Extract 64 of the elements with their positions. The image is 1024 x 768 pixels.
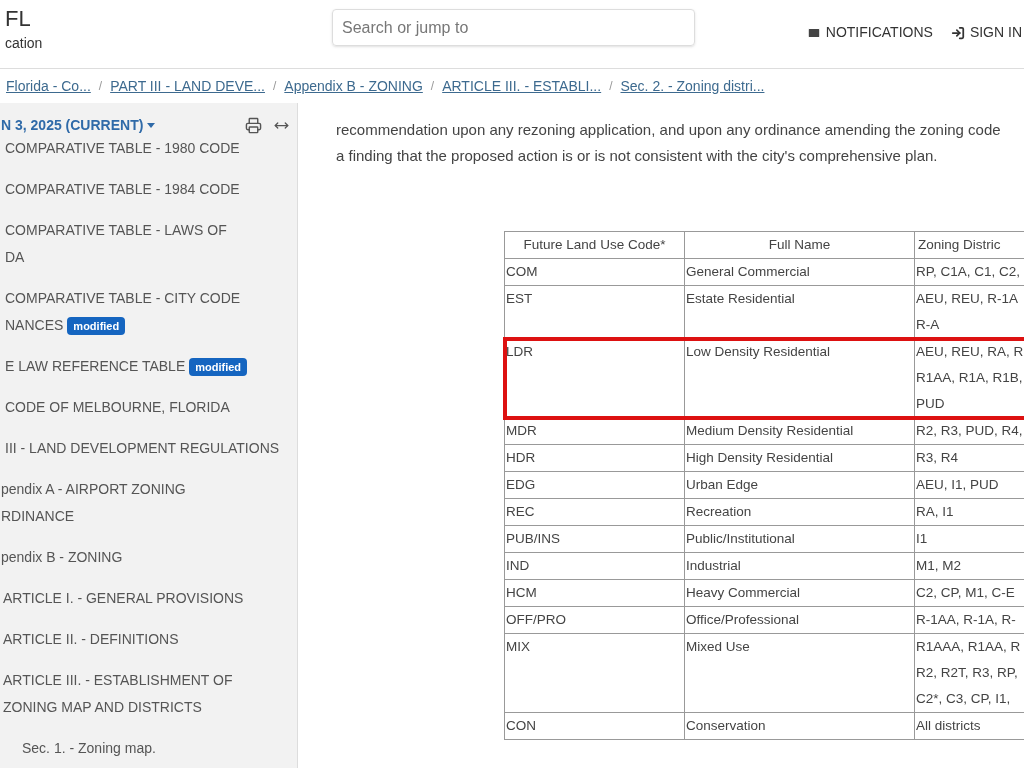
sidebar-item[interactable]: ARTICLE II. - DEFINITIONS (0, 626, 297, 653)
table-cell: General Commercial (684, 258, 915, 286)
sidebar-item[interactable]: E LAW REFERENCE TABLE modified (0, 353, 297, 380)
modified-badge: modified (189, 358, 248, 377)
table-cell: MDR (504, 417, 685, 445)
search-field[interactable]: Search or jump to (332, 9, 695, 46)
breadcrumb-link[interactable]: PART III - LAND DEVE... (110, 75, 265, 97)
table-cell: Urban Edge (684, 471, 915, 499)
print-icon[interactable] (245, 117, 262, 134)
table-cell: MIX (504, 633, 685, 713)
breadcrumb-link[interactable]: Appendix B - ZONING (284, 75, 423, 97)
breadcrumb-link[interactable]: Sec. 2. - Zoning distri... (620, 75, 765, 97)
table-cell: Recreation (684, 498, 915, 526)
table-cell: Mixed Use (684, 633, 915, 713)
table-cell: Conservation (684, 712, 915, 740)
table-cell: PUB/INS (504, 525, 685, 553)
sidebar-item[interactable]: COMPARATIVE TABLE - 1980 CODE (0, 135, 297, 162)
table-cell: EDG (504, 471, 685, 499)
caret-icon (147, 123, 156, 128)
column-header: Future Land Use Code* (504, 231, 685, 259)
table-cell: COM (504, 258, 685, 286)
site-title: FL (5, 5, 32, 33)
table-cell: IND (504, 552, 685, 580)
breadcrumb-separator: / (273, 78, 277, 95)
sidebar-item[interactable]: III - LAND DEVELOPMENT REGULATIONS (0, 435, 297, 462)
table-cell: LDR (504, 338, 685, 418)
site-subtitle: cation (5, 34, 44, 52)
modified-badge: modified (67, 317, 126, 336)
table-cell: Public/Institutional (684, 525, 915, 553)
table-cell: EST (504, 285, 685, 339)
table-cell: Medium Density Residential (684, 417, 915, 445)
table-cell: OFF/PRO (504, 606, 685, 634)
header-link[interactable]: NOTIFICATIONS (806, 22, 933, 43)
breadcrumb-separator: / (98, 78, 103, 95)
sidebar-item[interactable]: pendix A - AIRPORT ZONING RDINANCE (0, 476, 297, 530)
table-cell: HCM (504, 579, 685, 607)
table-cell: CON (504, 712, 685, 740)
sidebar-item[interactable]: COMPARATIVE TABLE - CITY CODE NANCES modified (0, 285, 297, 339)
table-cell: Low Density Residential (684, 338, 915, 418)
sidebar-item[interactable]: Sec. 1. - Zoning map. (0, 735, 297, 762)
table-cell: High Density Residential (684, 444, 915, 472)
breadcrumb-separator: / (430, 78, 435, 95)
header-link[interactable]: SIGN IN (950, 22, 1022, 43)
table-cell: Office/Professional (684, 606, 915, 634)
table-cell: Industrial (684, 552, 915, 580)
body-text: recommendation upon any rezoning application, and upon any ordinance amending the zoning code (336, 120, 1002, 140)
sidebar-item[interactable]: CODE OF MELBOURNE, FLORIDA (0, 394, 297, 421)
breadcrumb-link[interactable]: Florida - Co... (6, 75, 91, 97)
body-text: a finding that the proposed action is or is not consistent with the city's comprehensive plan. (336, 146, 939, 166)
sidebar-item[interactable]: COMPARATIVE TABLE - LAWS OF DA (0, 217, 297, 271)
table-cell: Estate Residential (684, 285, 915, 339)
version-selector[interactable]: N 3, 2025 (CURRENT) (1, 115, 156, 136)
sidebar-item[interactable]: ARTICLE III. - ESTABLISHMENT OF ZONING MAP AND DISTRICTS (0, 667, 297, 721)
table-cell: HDR (504, 444, 685, 472)
sidebar-item[interactable]: ARTICLE I. - GENERAL PROVISIONS (0, 585, 297, 612)
breadcrumb-separator: / (609, 78, 613, 95)
column-header: Full Name (684, 231, 915, 259)
table-cell: REC (504, 498, 685, 526)
sidebar-item[interactable]: pendix B - ZONING (0, 544, 297, 571)
sidebar-item[interactable]: COMPARATIVE TABLE - 1984 CODE (0, 176, 297, 203)
table-cell: Heavy Commercial (684, 579, 915, 607)
column-header: Zoning Distric (914, 231, 1024, 259)
breadcrumb-link[interactable]: ARTICLE III. - ESTABLI... (442, 75, 602, 97)
sign-in-icon (950, 25, 965, 40)
